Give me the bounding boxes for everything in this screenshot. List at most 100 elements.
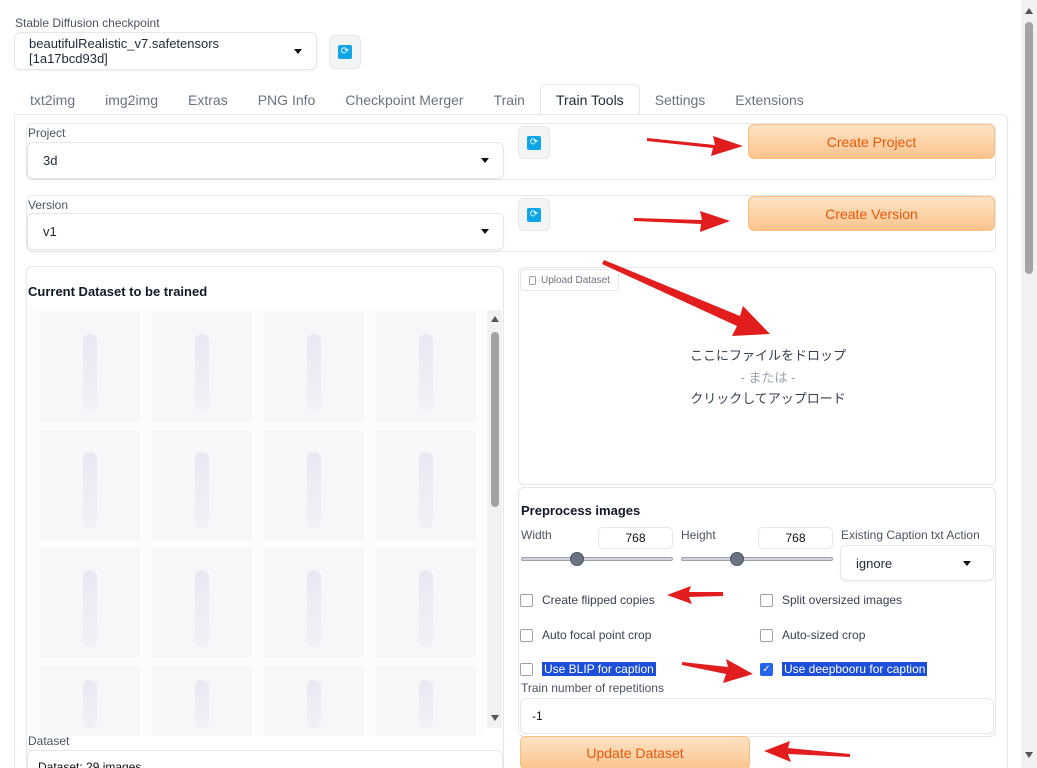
height-slider[interactable]: [681, 552, 833, 566]
update-dataset-button[interactable]: Update Dataset: [520, 736, 750, 768]
height-label: Height: [681, 528, 716, 542]
dataset-thumbnail[interactable]: [152, 312, 252, 422]
checkpoint-label: Stable Diffusion checkpoint: [15, 16, 160, 30]
width-label: Width: [521, 528, 552, 542]
annotation-arrow-icon: [634, 211, 730, 232]
chevron-down-icon: [294, 48, 302, 54]
blip-caption-label: Use BLIP for caption: [542, 662, 656, 676]
deepbooru-caption-checkbox[interactable]: ✓ Use deepbooru for caption: [760, 662, 928, 676]
checkmark-icon[interactable]: ✓: [760, 662, 773, 676]
deepbooru-caption-label: Use deepbooru for caption: [782, 662, 928, 676]
blip-caption-checkbox[interactable]: Use BLIP for caption: [520, 662, 656, 676]
auto-sized-crop-checkbox[interactable]: Auto-sized crop: [760, 628, 865, 642]
tab-png-info[interactable]: PNG Info: [243, 84, 331, 115]
dataset-thumbnail[interactable]: [152, 548, 252, 658]
dataset-thumbnail[interactable]: [40, 666, 140, 736]
caption-action-value: ignore: [856, 555, 893, 571]
tab-settings[interactable]: Settings: [640, 84, 721, 115]
dataset-gallery[interactable]: [28, 306, 486, 736]
width-slider-thumb[interactable]: [570, 552, 585, 566]
upload-drop-text: ここにファイルをドロップ: [689, 348, 846, 363]
repetitions-input[interactable]: -1: [520, 698, 994, 734]
project-refresh-button[interactable]: ⟳: [518, 126, 550, 159]
dataset-thumbnail[interactable]: [40, 548, 140, 658]
version-refresh-button[interactable]: ⟳: [518, 198, 550, 231]
upload-click-text: クリックしてアップロード: [690, 391, 846, 406]
dataset-thumbnail[interactable]: [376, 548, 476, 658]
tab-txt2img[interactable]: txt2img: [15, 84, 90, 115]
annotation-arrow-icon: [682, 659, 753, 683]
repetitions-value: -1: [532, 709, 543, 723]
upload-or-text: - または -: [740, 370, 796, 385]
dataset-thumbnail[interactable]: [376, 666, 476, 736]
version-dropdown[interactable]: v1: [27, 213, 504, 250]
width-slider[interactable]: [521, 552, 673, 566]
dataset-footer-box: Dataset: 29 images: [27, 750, 503, 768]
checkpoint-refresh-button[interactable]: ⟳: [329, 35, 361, 69]
page-scrollbar[interactable]: [1021, 0, 1037, 768]
checkbox-box[interactable]: [520, 662, 533, 676]
focal-crop-checkbox[interactable]: Auto focal point crop: [520, 628, 651, 642]
repetitions-label: Train number of repetitions: [521, 681, 664, 695]
focal-crop-label: Auto focal point crop: [542, 628, 652, 642]
version-value: v1: [43, 224, 57, 239]
tab-img2img[interactable]: img2img: [90, 84, 173, 115]
caption-action-label: Existing Caption txt Action: [841, 528, 980, 542]
dataset-scrollbar[interactable]: [487, 310, 502, 728]
project-value: 3d: [43, 153, 58, 168]
dataset-thumbnail[interactable]: [264, 312, 364, 422]
dataset-thumbnail[interactable]: [40, 430, 140, 540]
dataset-thumbnail[interactable]: [264, 666, 364, 736]
file-icon: [529, 275, 536, 285]
refresh-icon: ⟳: [527, 207, 541, 222]
dataset-footer-label: Dataset: [28, 734, 70, 748]
dataset-scroll-up-icon[interactable]: [491, 316, 499, 322]
tab-train-tools[interactable]: Train Tools: [539, 84, 640, 115]
refresh-icon: ⟳: [338, 45, 352, 59]
caption-action-dropdown[interactable]: ignore: [840, 545, 994, 581]
dataset-thumbnail[interactable]: [152, 666, 252, 736]
checkbox-box[interactable]: [760, 593, 773, 607]
annotation-arrow-icon: [667, 586, 723, 604]
checkpoint-value: beautifulRealistic_v7.safetensors [1a17b…: [29, 36, 220, 66]
checkpoint-dropdown[interactable]: beautifulRealistic_v7.safetensors [1a17b…: [14, 32, 317, 70]
height-input[interactable]: 768: [758, 527, 833, 549]
checkbox-box[interactable]: [520, 628, 533, 642]
tab-extensions[interactable]: Extensions: [720, 84, 818, 115]
dataset-scroll-down-icon[interactable]: [491, 715, 499, 721]
dataset-thumbnail[interactable]: [152, 430, 252, 540]
create-version-button[interactable]: Create Version: [748, 196, 995, 231]
dataset-thumbnail[interactable]: [376, 312, 476, 422]
refresh-icon: ⟳: [527, 135, 541, 150]
annotation-arrow-icon: [602, 260, 770, 336]
page-scroll-up-icon[interactable]: [1025, 8, 1033, 14]
create-project-button[interactable]: Create Project: [748, 124, 995, 159]
version-label: Version: [28, 198, 69, 212]
dataset-thumbnail[interactable]: [40, 312, 140, 422]
tab-checkpoint-merger[interactable]: Checkpoint Merger: [330, 84, 478, 115]
flipped-copies-checkbox[interactable]: Create flipped copies: [520, 593, 655, 607]
checkbox-box[interactable]: [760, 628, 773, 642]
height-slider-thumb[interactable]: [730, 552, 745, 566]
chevron-down-icon: [481, 229, 489, 234]
tab-extras[interactable]: Extras: [173, 84, 243, 115]
split-oversized-checkbox[interactable]: Split oversized images: [760, 593, 902, 607]
tab-train[interactable]: Train: [479, 84, 540, 115]
project-dropdown[interactable]: 3d: [27, 142, 504, 179]
page-scroll-thumb[interactable]: [1025, 22, 1033, 274]
width-input[interactable]: 768: [598, 527, 673, 549]
checkbox-box[interactable]: [520, 593, 533, 607]
flipped-copies-label: Create flipped copies: [542, 593, 655, 607]
dataset-thumbnail[interactable]: [264, 430, 364, 540]
dataset-thumbnail[interactable]: [376, 430, 476, 540]
main-tabs: txt2img img2img Extras PNG Info Checkpoi…: [15, 84, 819, 115]
preprocess-title: Preprocess images: [521, 503, 641, 518]
chevron-down-icon: [963, 560, 971, 566]
page-scroll-down-icon[interactable]: [1025, 752, 1033, 758]
annotation-arrow-icon: [647, 136, 743, 156]
dataset-scroll-thumb[interactable]: [491, 332, 499, 507]
dataset-thumbnail[interactable]: [264, 548, 364, 658]
split-oversized-label: Split oversized images: [782, 593, 903, 607]
dataset-title: Current Dataset to be trained: [28, 284, 208, 299]
auto-sized-crop-label: Auto-sized crop: [782, 628, 866, 642]
